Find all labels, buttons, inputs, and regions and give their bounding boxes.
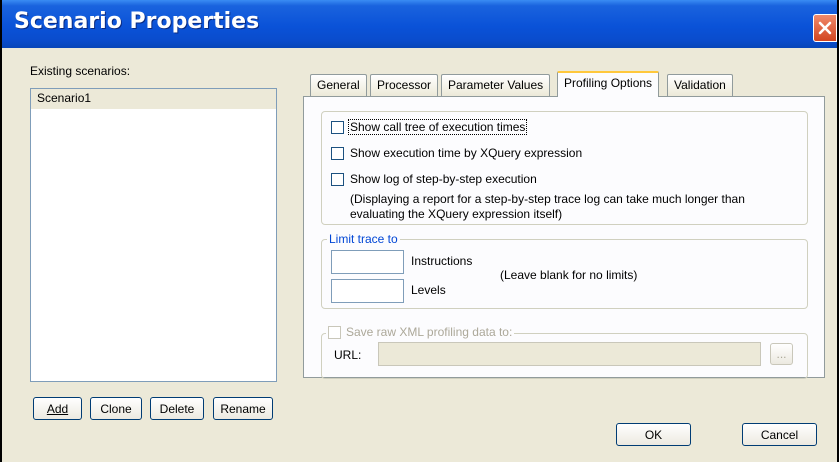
show-execution-time-label[interactable]: Show execution time by XQuery expression [350, 146, 582, 160]
tab-processor[interactable]: Processor [370, 74, 439, 96]
scenario-name: Scenario1 [37, 91, 92, 105]
tab-validation[interactable]: Validation [667, 74, 733, 96]
delete-button-label: Delete [159, 401, 195, 416]
levels-label: Levels [411, 283, 446, 297]
instructions-label: Instructions [411, 254, 473, 268]
log-note-line2: evaluating the XQuery expression itself) [350, 207, 563, 221]
clone-button[interactable]: Clone [90, 397, 142, 420]
ok-button[interactable]: OK [616, 423, 691, 446]
tab-general[interactable]: General [310, 74, 367, 96]
browse-button-label: ... [776, 347, 787, 361]
show-execution-time-checkbox[interactable] [331, 147, 344, 160]
show-call-tree-label[interactable]: Show call tree of execution times [347, 119, 528, 135]
add-button[interactable]: Add [33, 397, 82, 420]
tab-parameter-values[interactable]: Parameter Values [441, 74, 551, 96]
limit-trace-legend: Limit trace to [327, 232, 400, 246]
instructions-input[interactable] [331, 250, 404, 274]
profiling-options-panel: Show call tree of execution times Show e… [303, 96, 825, 379]
ok-button-label: OK [644, 427, 663, 442]
clone-button-label: Clone [100, 401, 132, 416]
rename-button[interactable]: Rename [213, 397, 273, 420]
limit-trace-hint: (Leave blank for no limits) [500, 268, 638, 282]
limit-trace-group: Limit trace to Instructions Levels (Leav… [321, 232, 808, 309]
tab-profiling-options[interactable]: Profiling Options [557, 71, 660, 97]
browse-button[interactable]: ... [770, 343, 793, 365]
add-button-label: Add [46, 401, 69, 416]
tab-profiling-options-label: Profiling Options [564, 76, 653, 90]
levels-input[interactable] [331, 279, 404, 303]
close-icon [818, 21, 832, 35]
show-call-tree-checkbox[interactable] [331, 121, 344, 134]
window-title: Scenario Properties [14, 9, 260, 34]
save-raw-label: Save raw XML profiling data to: [346, 325, 513, 339]
existing-scenarios-label: Existing scenarios: [30, 64, 131, 78]
list-item[interactable]: Scenario1 [31, 89, 276, 109]
dialog-window: Scenario Properties Existing scenarios: … [0, 0, 839, 462]
tab-processor-label: Processor [377, 78, 432, 92]
tab-general-label: General [317, 78, 360, 92]
save-raw-group: Save raw XML profiling data to: URL: ... [321, 325, 808, 379]
save-raw-legend: Save raw XML profiling data to: [326, 325, 515, 339]
title-bar[interactable]: Scenario Properties [2, 0, 837, 48]
url-input[interactable] [378, 342, 761, 366]
delete-button[interactable]: Delete [150, 397, 204, 420]
show-log-label[interactable]: Show log of step-by-step execution [350, 172, 537, 186]
scenarios-listbox[interactable]: Scenario1 [30, 88, 277, 382]
tab-validation-label: Validation [674, 78, 726, 92]
show-log-checkbox[interactable] [331, 173, 344, 186]
cancel-button-label: Cancel [760, 427, 799, 442]
save-raw-checkbox[interactable] [328, 325, 341, 339]
close-button[interactable] [813, 14, 837, 42]
rename-button-label: Rename [220, 401, 266, 416]
cancel-button[interactable]: Cancel [742, 423, 817, 446]
log-note-line1: (Displaying a report for a step-by-step … [350, 192, 745, 206]
tab-parameter-values-label: Parameter Values [448, 78, 544, 92]
url-label: URL: [334, 348, 362, 362]
options-group: Show call tree of execution times Show e… [321, 111, 808, 225]
